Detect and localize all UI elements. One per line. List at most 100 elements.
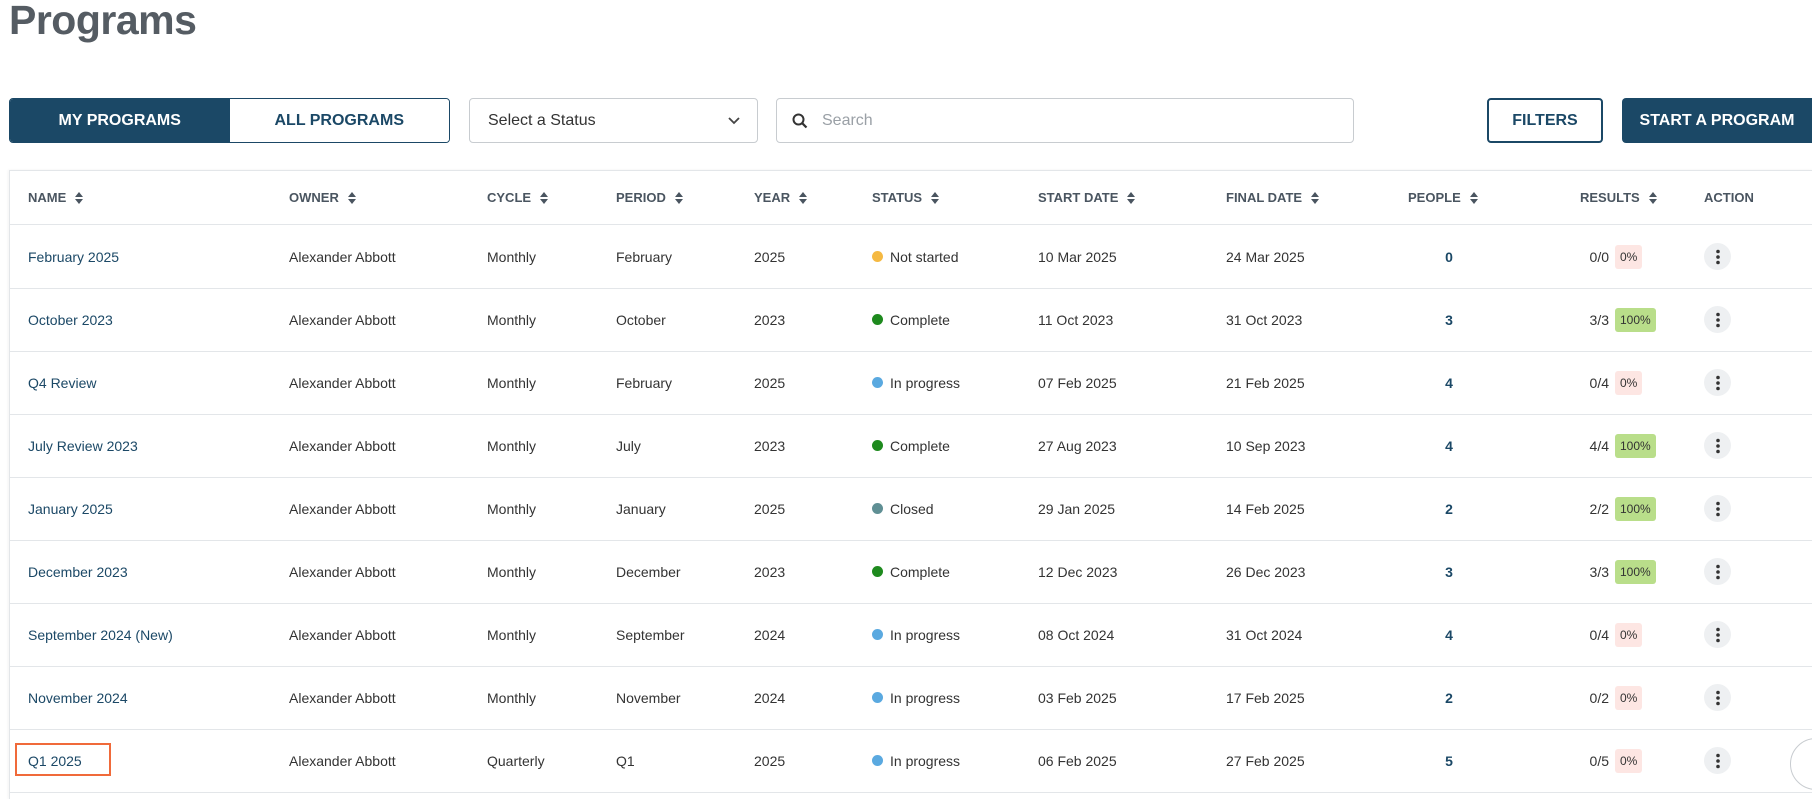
period-cell: February [616,374,673,391]
filters-button[interactable]: FILTERS [1487,98,1603,143]
owner-cell: Alexander Abbott [289,689,396,706]
column-header-name[interactable]: NAME [28,190,84,205]
final-date-cell: 21 Feb 2025 [1226,374,1305,391]
people-count[interactable]: 2 [1434,666,1464,729]
column-header-action: ACTION [1704,190,1754,205]
people-count[interactable]: 4 [1434,603,1464,666]
year-cell: 2025 [754,752,786,769]
all-programs-tab[interactable]: ALL PROGRAMS [229,99,449,142]
period-cell: December [616,563,681,580]
owner-cell: Alexander Abbott [289,500,396,517]
column-header-year[interactable]: YEAR [754,190,808,205]
status-dot [872,503,883,514]
results-fraction: 4/4 [1589,437,1609,454]
table-row: Q1 2025 Alexander Abbott Quarterly Q1 2025 In… [9,729,1812,793]
column-header-start-date[interactable]: START DATE [1038,190,1136,205]
status-label: Not started [890,248,959,265]
status-select[interactable]: Select a Status [469,98,758,143]
results-fraction: 3/3 [1589,311,1609,328]
people-count[interactable]: 3 [1434,540,1464,603]
status-cell: In progress [872,666,960,729]
more-vertical-icon[interactable] [1704,243,1731,270]
search-input[interactable] [820,110,1353,131]
status-cell: Complete [872,414,950,477]
sort-icon [931,191,940,204]
more-vertical-icon[interactable] [1704,432,1731,459]
cycle-cell: Monthly [487,500,537,517]
column-header-label: YEAR [754,190,791,205]
column-header-label: FINAL DATE [1226,190,1303,205]
column-header-final-date[interactable]: FINAL DATE [1226,190,1320,205]
people-count[interactable]: 0 [1434,225,1464,288]
results-cell: 0/4 0% [1569,351,1643,414]
column-header-period[interactable]: PERIOD [616,190,683,205]
start-date-cell: 03 Feb 2025 [1038,689,1117,706]
results-fraction: 2/2 [1589,500,1609,517]
final-date-cell: 17 Feb 2025 [1226,689,1305,706]
program-name-link[interactable]: December 2023 [28,540,128,603]
action-cell [1704,603,1731,666]
status-label: Closed [890,500,934,517]
column-header-people[interactable]: PEOPLE [1408,190,1478,205]
sort-icon [1648,191,1657,204]
more-vertical-icon[interactable] [1704,558,1731,585]
cycle-cell: Monthly [487,437,537,454]
cycle-cell: Monthly [487,374,537,391]
more-vertical-icon[interactable] [1704,306,1731,333]
status-cell: Complete [872,540,950,603]
my-programs-tab[interactable]: MY PROGRAMS [10,99,230,142]
column-header-status[interactable]: STATUS [872,190,940,205]
final-date-cell: 31 Oct 2024 [1226,626,1303,643]
table-row: December 2023 Alexander Abbott Monthly Dece… [9,540,1812,604]
year-cell: 2025 [754,248,786,265]
column-header-label: PEOPLE [1408,190,1461,205]
period-cell: Q1 [616,752,635,769]
program-name-link[interactable]: January 2025 [28,477,113,540]
year-cell: 2025 [754,374,786,391]
period-cell: January [616,500,666,517]
people-count[interactable]: 2 [1434,477,1464,540]
more-vertical-icon[interactable] [1704,495,1731,522]
status-dot [872,566,883,577]
people-count[interactable]: 4 [1434,351,1464,414]
people-count[interactable]: 5 [1434,729,1464,792]
status-label: In progress [890,626,961,643]
start-date-cell: 07 Feb 2025 [1038,374,1117,391]
owner-cell: Alexander Abbott [289,311,396,328]
sort-icon [347,191,356,204]
action-cell [1704,414,1731,477]
results-cell: 0/2 0% [1569,666,1643,729]
column-header-cycle[interactable]: CYCLE [487,190,549,205]
program-name-link[interactable]: February 2025 [28,225,119,288]
status-label: In progress [890,689,961,706]
results-percent-badge: 0% [1615,244,1643,269]
more-vertical-icon[interactable] [1704,747,1731,774]
column-header-owner[interactable]: OWNER [289,190,356,205]
start-program-button[interactable]: START A PROGRAM [1622,98,1812,143]
program-name-link[interactable]: Q4 Review [28,351,96,414]
more-vertical-icon[interactable] [1704,621,1731,648]
results-cell: 3/3 100% [1569,540,1656,603]
start-date-cell: 06 Feb 2025 [1038,752,1117,769]
results-fraction: 0/2 [1589,689,1609,706]
program-name-link[interactable]: September 2024 (New) [28,603,173,666]
results-fraction: 3/3 [1589,563,1609,580]
people-count[interactable]: 4 [1434,414,1464,477]
final-date-cell: 31 Oct 2023 [1226,311,1303,328]
period-cell: February [616,248,673,265]
column-header-results[interactable]: RESULTS [1580,190,1657,205]
more-vertical-icon[interactable] [1704,369,1731,396]
more-vertical-icon[interactable] [1704,684,1731,711]
cycle-cell: Monthly [487,563,537,580]
results-cell: 0/5 0% [1569,729,1643,792]
program-name-link[interactable]: July Review 2023 [28,414,138,477]
status-label: Complete [890,311,950,328]
people-count[interactable]: 3 [1434,288,1464,351]
sort-icon [1127,191,1136,204]
table-row: Q4 Review Alexander Abbott Monthly February… [9,351,1812,415]
status-dot [872,629,883,640]
page-title: Programs [9,0,197,43]
program-name-link[interactable]: October 2023 [28,288,113,351]
results-fraction: 0/5 [1589,752,1609,769]
program-name-link[interactable]: November 2024 [28,666,128,729]
